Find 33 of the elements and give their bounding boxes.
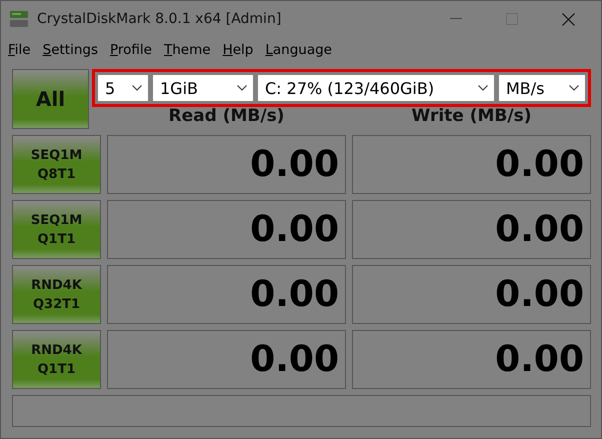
test-button[interactable]: SEQ1M Q1T1 [12,200,101,259]
chevron-down-icon [478,85,488,91]
result-cell: 0.00 [352,135,591,194]
window-title: CrystalDiskMark 8.0.1 x64 [Admin] [37,11,282,27]
result-cell: 0.00 [107,330,346,389]
result-cell: 0.00 [107,135,346,194]
result-cell: 0.00 [107,265,346,324]
menu-item[interactable]: Settings [42,42,98,58]
menu-item[interactable]: Theme [164,42,211,58]
menu-item[interactable]: Help [222,42,254,58]
app-icon [9,10,29,28]
result-cell: 0.00 [352,265,591,324]
test-button[interactable]: RND4K Q1T1 [12,330,101,389]
result-cell: 0.00 [352,330,591,389]
dropdown[interactable]: C: 27% (123/460GiB) [258,75,494,101]
chevron-down-icon [132,85,142,91]
dropdown[interactable]: 1GiB [153,75,253,101]
result-cell: 0.00 [352,200,591,259]
minimize-icon[interactable] [450,18,462,20]
dropdown[interactable]: MB/s [499,75,585,101]
chevron-down-icon [237,85,247,91]
menu-item[interactable]: Language [265,42,332,58]
result-cell: 0.00 [107,200,346,259]
test-button[interactable]: SEQ1M Q8T1 [12,135,101,194]
column-header: Read (MB/s) [168,106,286,126]
chevron-down-icon [569,85,579,91]
all-button[interactable]: All [12,69,89,129]
column-header: Write (MB/s) [410,106,532,126]
menu-item[interactable]: File [8,42,31,58]
test-button[interactable]: RND4K Q32T1 [12,265,101,324]
close-icon[interactable] [562,12,575,26]
menu-item[interactable]: Profile [110,42,152,58]
dropdown[interactable]: 5 [98,75,148,101]
